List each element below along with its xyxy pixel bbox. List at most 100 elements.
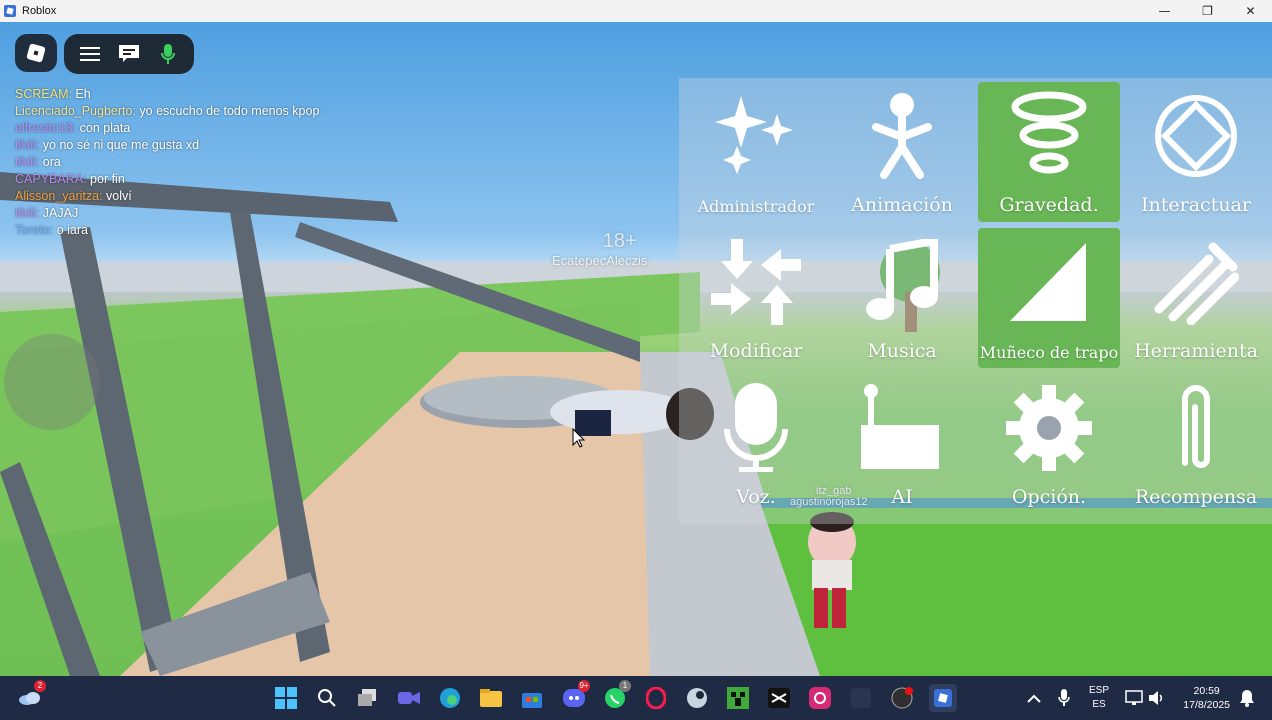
steam-icon bbox=[687, 688, 707, 708]
microphone-icon bbox=[1058, 689, 1070, 706]
hud-toolbar bbox=[64, 34, 194, 74]
chat-button[interactable] bbox=[115, 40, 143, 68]
window-title-bar: Roblox — ❐ ✕ bbox=[0, 0, 1272, 22]
menu-tile-herramienta[interactable]: Herramienta bbox=[1125, 228, 1267, 368]
chat-message: JAJAJ bbox=[39, 206, 79, 220]
ragdoll-triangle-icon bbox=[978, 238, 1120, 326]
edge-app[interactable] bbox=[436, 684, 464, 712]
menu-tile-label: Voz. bbox=[736, 486, 776, 508]
chat-author: Licenciado_Pugberto: bbox=[15, 104, 136, 118]
volume-tray[interactable] bbox=[1143, 684, 1171, 712]
minecraft-app[interactable] bbox=[724, 684, 752, 712]
chat-author: tikiii: bbox=[15, 138, 40, 152]
menu-tile-interactuar[interactable]: Interactuar bbox=[1125, 82, 1267, 222]
capcut-icon bbox=[768, 688, 790, 708]
chat-line: SCREAM: Eh bbox=[15, 86, 319, 103]
menu-tile-modificar[interactable]: Modificar bbox=[685, 228, 827, 368]
cloud-icon bbox=[19, 692, 40, 705]
hamburger-icon bbox=[79, 47, 100, 61]
roblox-menu-button[interactable] bbox=[15, 34, 57, 72]
chat-line: tikiii: yo no sé ni que me gusta xd bbox=[15, 137, 319, 154]
roblox-icon bbox=[934, 689, 952, 707]
obs-app[interactable] bbox=[888, 684, 916, 712]
chat-message: por fin bbox=[86, 172, 125, 186]
microphone-tray[interactable] bbox=[1050, 684, 1078, 712]
arrows-inward-icon bbox=[685, 238, 827, 326]
maximize-button[interactable]: ❐ bbox=[1186, 0, 1229, 22]
roblox-logo-icon bbox=[26, 43, 46, 63]
chat-message: Eh bbox=[71, 87, 91, 101]
menu-tile-opción[interactable]: Opción. bbox=[978, 374, 1120, 514]
unknown-app[interactable] bbox=[847, 684, 875, 712]
game-viewport[interactable]: SCREAM: Eh Licenciado_Pugberto: yo escuch… bbox=[0, 22, 1272, 676]
menu-tile-ai[interactable]: AI bbox=[831, 374, 973, 514]
task-view-button[interactable] bbox=[354, 684, 382, 712]
menu-tile-muñeco-de-trapo[interactable]: Muñeco de trapo bbox=[978, 228, 1120, 368]
sparkles-icon bbox=[685, 92, 827, 180]
age-badge: 18+ bbox=[602, 230, 637, 252]
store-app[interactable] bbox=[518, 684, 546, 712]
joystick-area[interactable] bbox=[4, 334, 100, 430]
chat-line: Toreto: o iara bbox=[15, 222, 319, 239]
window-title: Roblox bbox=[22, 5, 57, 17]
menu-tile-label: Muñeco de trapo bbox=[979, 343, 1119, 362]
system-clock[interactable]: 20:59 17/8/2025 bbox=[1183, 684, 1230, 712]
windows-logo-icon bbox=[275, 687, 297, 709]
clock-date: 17/8/2025 bbox=[1183, 699, 1230, 711]
steam-app[interactable] bbox=[683, 684, 711, 712]
weather-badge: 2 bbox=[34, 680, 46, 692]
window-controls: — ❐ ✕ bbox=[1143, 0, 1272, 22]
menu-tile-musica[interactable]: Musica bbox=[831, 228, 973, 368]
roblox-app-icon bbox=[4, 5, 16, 17]
chat-author: Toreto: bbox=[15, 223, 54, 237]
whatsapp-badge: 1 bbox=[619, 680, 631, 692]
command-menu-panel: Administrador Animación Gravedad. Interactu… bbox=[679, 78, 1272, 524]
opera-gx-app[interactable] bbox=[642, 684, 670, 712]
discord-app[interactable]: 9+ bbox=[560, 680, 590, 712]
menu-tile-animación[interactable]: Animación bbox=[831, 82, 973, 222]
chat-author: CAPYBARA: bbox=[15, 172, 87, 186]
menu-tile-administrador[interactable]: Administrador bbox=[685, 82, 827, 222]
gear-icon bbox=[978, 384, 1120, 472]
chat-line: tikiii: ora bbox=[15, 154, 319, 171]
chat-line: Alisson_yaritza: volví bbox=[15, 188, 319, 205]
chat-line: elfresito18: con plata bbox=[15, 120, 319, 137]
music-note-icon bbox=[831, 238, 973, 326]
microphone-icon bbox=[161, 44, 176, 64]
chat-author: SCREAM: bbox=[15, 87, 72, 101]
chat-author: tikiii: bbox=[15, 206, 40, 220]
roblox-taskbar-app[interactable] bbox=[929, 684, 957, 712]
language-indicator[interactable]: ESP ES bbox=[1089, 684, 1109, 712]
meet-app[interactable] bbox=[395, 684, 423, 712]
tool-stripes-icon bbox=[1125, 238, 1267, 326]
chat-message: yo escucho de todo menos kpop bbox=[135, 104, 320, 118]
menu-tile-label: Musica bbox=[867, 340, 937, 362]
menu-tile-recompensa[interactable]: Recompensa bbox=[1125, 374, 1267, 514]
minimize-button[interactable]: — bbox=[1143, 0, 1186, 22]
capcut-app[interactable] bbox=[765, 684, 793, 712]
weather-widget[interactable]: 2 bbox=[16, 680, 46, 712]
instagram-icon bbox=[809, 687, 831, 709]
mouse-cursor-icon bbox=[572, 428, 586, 448]
language-code: ESP bbox=[1089, 685, 1110, 696]
chat-bubble-icon bbox=[118, 45, 139, 62]
notifications-button[interactable] bbox=[1233, 684, 1261, 712]
menu-tile-label: Herramienta bbox=[1134, 340, 1258, 362]
search-icon bbox=[318, 689, 336, 707]
chat-author: elfresito18: bbox=[15, 121, 77, 135]
instagram-app[interactable] bbox=[806, 684, 834, 712]
show-hidden-icons-button[interactable] bbox=[1020, 684, 1048, 712]
search-button[interactable] bbox=[313, 684, 341, 712]
chat-line: tikiii: JAJAJ bbox=[15, 205, 319, 222]
diamond-circle-icon bbox=[1125, 92, 1267, 180]
menu-tile-voz[interactable]: Voz. bbox=[685, 374, 827, 514]
voice-mic-button[interactable] bbox=[154, 40, 182, 68]
hamburger-menu-button[interactable] bbox=[76, 40, 104, 68]
menu-tile-label: Interactuar bbox=[1141, 194, 1251, 216]
start-button[interactable] bbox=[272, 684, 300, 712]
close-button[interactable]: ✕ bbox=[1229, 0, 1272, 22]
menu-tile-gravedad[interactable]: Gravedad. bbox=[978, 82, 1120, 222]
whatsapp-app[interactable]: 1 bbox=[601, 680, 631, 712]
menu-tile-label: Animación bbox=[851, 194, 953, 216]
file-explorer-app[interactable] bbox=[477, 684, 505, 712]
